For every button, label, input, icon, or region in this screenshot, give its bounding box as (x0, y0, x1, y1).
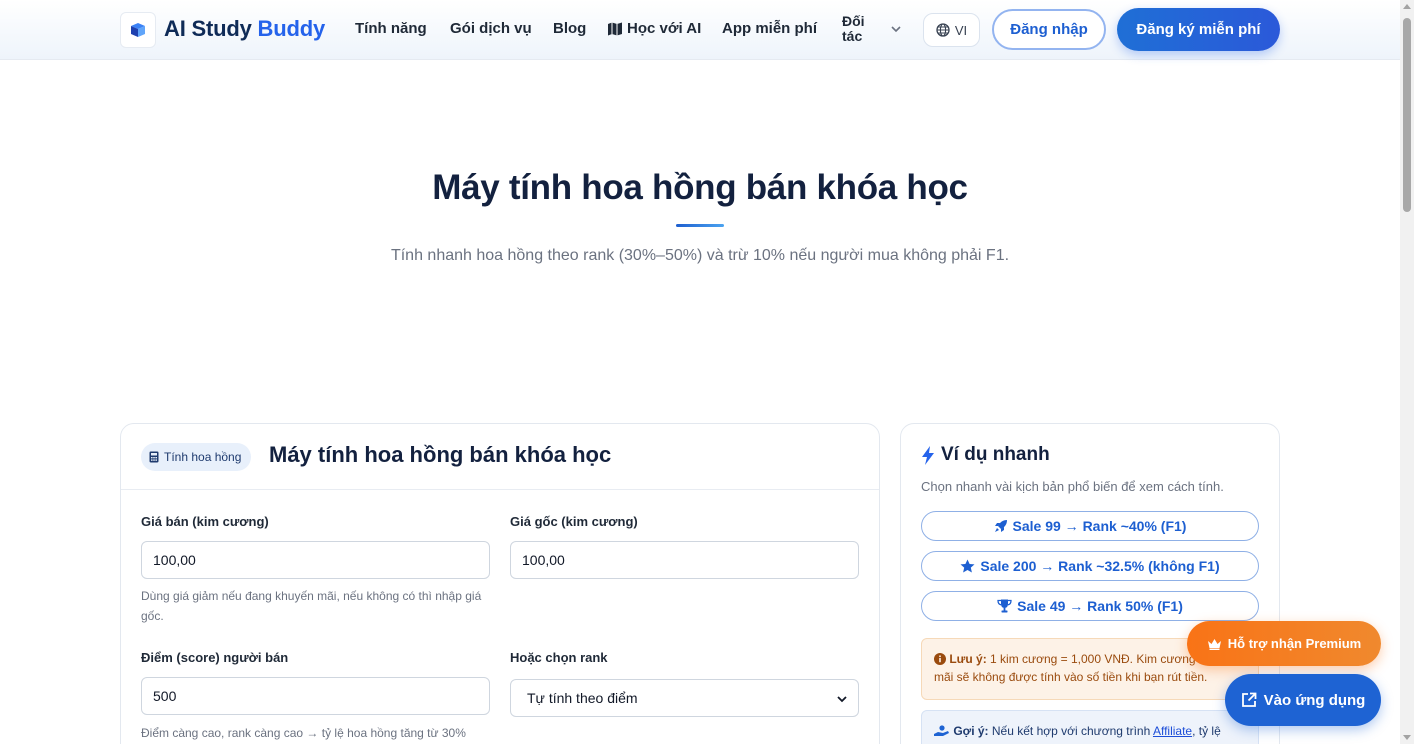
quick-examples-title: Ví dụ nhanh (921, 444, 1050, 466)
premium-support-label: Hỗ trợ nhận Premium (1227, 636, 1362, 651)
calculator-title: Máy tính hoa hồng bán khóa học (269, 442, 612, 467)
example-button-3[interactable]: Sale 49 → Rank 50% (F1) (921, 591, 1259, 621)
nav-partners-line1: Đối (842, 13, 865, 29)
score-help: Điểm càng cao, rank càng cao → tỷ lệ hoa… (141, 726, 466, 740)
rank-select-value: Tự tính theo điểm (527, 690, 638, 706)
scrollbar-thumb[interactable] (1403, 18, 1411, 212)
external-link-icon (1241, 692, 1257, 707)
star-icon (960, 559, 975, 573)
note-label: Lưu ý: (949, 652, 987, 666)
lightning-icon (922, 445, 934, 465)
nav-learn-with-ai-label: Học với AI (627, 20, 702, 37)
quick-examples-title-label: Ví dụ nhanh (941, 444, 1050, 465)
logo-icon[interactable] (120, 12, 156, 48)
nav-partners[interactable]: Đối tác (842, 14, 876, 44)
calculator-icon (149, 451, 159, 463)
hand-holding-icon (934, 725, 949, 736)
top-navigation-bar: AI Study Buddy Tính năng Gói dịch vụ Blo… (0, 0, 1400, 60)
scroll-down-arrow-icon[interactable] (1403, 735, 1411, 740)
score-input[interactable] (141, 677, 490, 715)
nav-partners-line2: tác (842, 28, 863, 44)
nav-learn-with-ai[interactable]: Học với AI (607, 20, 701, 37)
example-button-1[interactable]: Sale 99 → Rank ~40% (F1) (921, 511, 1259, 541)
score-label: Điểm (score) người bán (141, 650, 289, 665)
open-app-label: Vào ứng dụng (1263, 691, 1366, 709)
nav-pricing[interactable]: Gói dịch vụ (450, 20, 532, 37)
sale-price-label: Giá bán (kim cương) (141, 514, 269, 529)
quick-examples-card: Ví dụ nhanh Chọn nhanh vài kịch bản phổ … (900, 423, 1280, 744)
nav-blog[interactable]: Blog (553, 20, 586, 37)
calculator-card: Tính hoa hồng Máy tính hoa hồng bán khóa… (120, 423, 880, 744)
brand-name[interactable]: AI Study Buddy (164, 16, 325, 42)
calculator-tag-label: Tính hoa hồng (164, 450, 242, 464)
open-app-button[interactable]: Vào ứng dụng (1225, 674, 1381, 726)
language-code: VI (954, 22, 968, 38)
example-button-3-label: Sale 49 → Rank 50% (F1) (1017, 598, 1183, 614)
map-icon (608, 22, 622, 35)
login-button[interactable]: Đăng nhập (992, 9, 1106, 50)
chevron-down-icon[interactable] (889, 22, 903, 36)
signup-button[interactable]: Đăng ký miễn phí (1117, 8, 1280, 51)
nav-features[interactable]: Tính năng (355, 20, 427, 37)
brand-accent: Buddy (257, 16, 326, 41)
trophy-icon (997, 599, 1012, 613)
globe-icon (936, 23, 950, 37)
page-subtitle: Tính nhanh hoa hồng theo rank (30%–50%) … (390, 247, 1010, 264)
example-button-2[interactable]: Sale 200 → Rank ~32.5% (không F1) (921, 551, 1259, 581)
nav-free-app[interactable]: App miễn phí (722, 20, 817, 37)
premium-support-button[interactable]: Hỗ trợ nhận Premium (1187, 621, 1381, 666)
example-button-1-label: Sale 99 → Rank ~40% (F1) (1012, 518, 1187, 534)
chevron-down-icon (837, 696, 847, 703)
page-title: Máy tính hoa hồng bán khóa học (432, 168, 968, 207)
tip-text: Nếu kết hợp với chương trình (991, 724, 1151, 738)
affiliate-link[interactable]: Affiliate (1153, 724, 1192, 738)
affiliate-tip: Gợi ý: Nếu kết hợp với chương trình Affi… (921, 710, 1259, 744)
original-price-input[interactable] (510, 541, 859, 579)
calculator-tag: Tính hoa hồng (141, 443, 252, 471)
quick-examples-description: Chọn nhanh vài kịch bản phổ biến để xem … (921, 479, 1224, 494)
rank-select[interactable]: Tự tính theo điểm (510, 679, 859, 717)
title-underline (676, 224, 724, 227)
example-button-2-label: Sale 200 → Rank ~32.5% (không F1) (980, 558, 1220, 574)
sale-price-input[interactable] (141, 541, 490, 579)
tip-label: Gợi ý: (953, 724, 989, 738)
scroll-up-arrow-icon[interactable] (1403, 4, 1411, 9)
brand-main: AI Study (164, 16, 252, 41)
sale-price-help: Dùng giá giảm nếu đang khuyến mãi, nếu k… (141, 589, 482, 623)
rank-label: Hoặc chọn rank (510, 650, 608, 665)
language-selector[interactable]: VI (923, 13, 980, 47)
crown-icon (1207, 638, 1221, 650)
info-icon (934, 653, 946, 665)
original-price-label: Giá gốc (kim cương) (510, 514, 638, 529)
tip-tail: , tỷ lệ (1192, 724, 1221, 738)
page-scrollbar[interactable] (1400, 0, 1414, 744)
rocket-icon (994, 520, 1007, 532)
calculator-card-header: Tính hoa hồng Máy tính hoa hồng bán khóa… (121, 424, 879, 490)
